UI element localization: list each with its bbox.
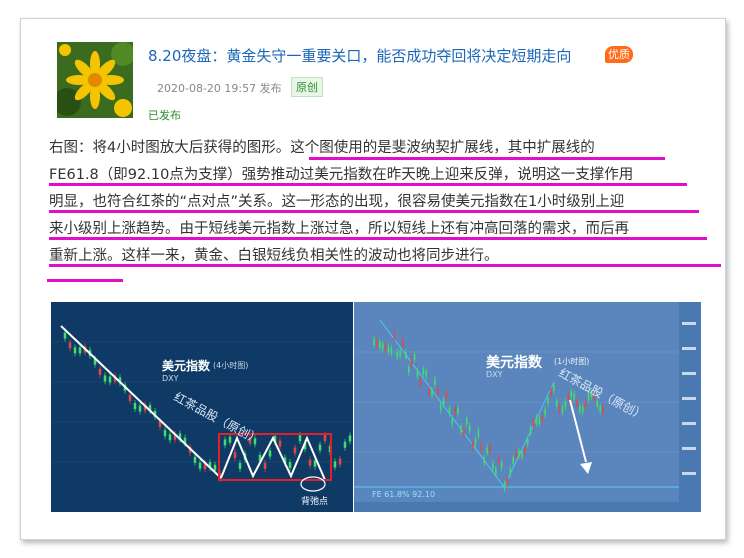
highlight-underline [49,183,687,186]
quality-badge: 优质 [605,46,633,63]
highlight-underline [49,237,707,240]
original-tag: 原创 [291,77,323,97]
chart-image-1h: 美元指数 (1小时图) DXY 红茶品股（原创） FE 61.8% 92.10 [354,302,701,512]
chart-4h-ticker: DXY [162,374,179,383]
chart-4h-note: 背弛点 [301,497,329,507]
chart-image-4h: 美元指数 (4小时图) DXY 红茶品股（原创） 背弛点 [51,302,353,512]
highlight-underline [309,157,665,160]
chart-1h-fib-label: FE 61.8% 92.10 [372,490,436,499]
chart-4h-title: 美元指数 [162,359,211,373]
highlight-underline [49,264,721,267]
publish-date: 2020-08-20 19:57 发布 [157,82,282,95]
highlight-underline [47,279,123,282]
highlight-underline [49,210,699,213]
publish-status: 已发布 [148,109,181,122]
chart-1h-subtitle: (1小时图) [554,357,590,366]
chart-4h-subtitle: (4小时图) [213,361,249,370]
chart-1h-graphic [354,302,701,512]
post-card: 8.20夜盘：黄金失守一重要关口，能否成功夺回将决定短期走向 优质 2020-0… [20,18,726,540]
chart-1h-ticker: DXY [486,370,503,379]
post-title[interactable]: 8.20夜盘：黄金失守一重要关口，能否成功夺回将决定短期走向 [148,45,571,66]
chart-1h-title: 美元指数 [486,355,542,371]
post-thumbnail[interactable] [57,42,133,118]
article-paragraph: 右图：将4小时图放大后获得的图形。这个图使用的是斐波纳契扩展线，其中扩展线的 F… [49,135,719,270]
